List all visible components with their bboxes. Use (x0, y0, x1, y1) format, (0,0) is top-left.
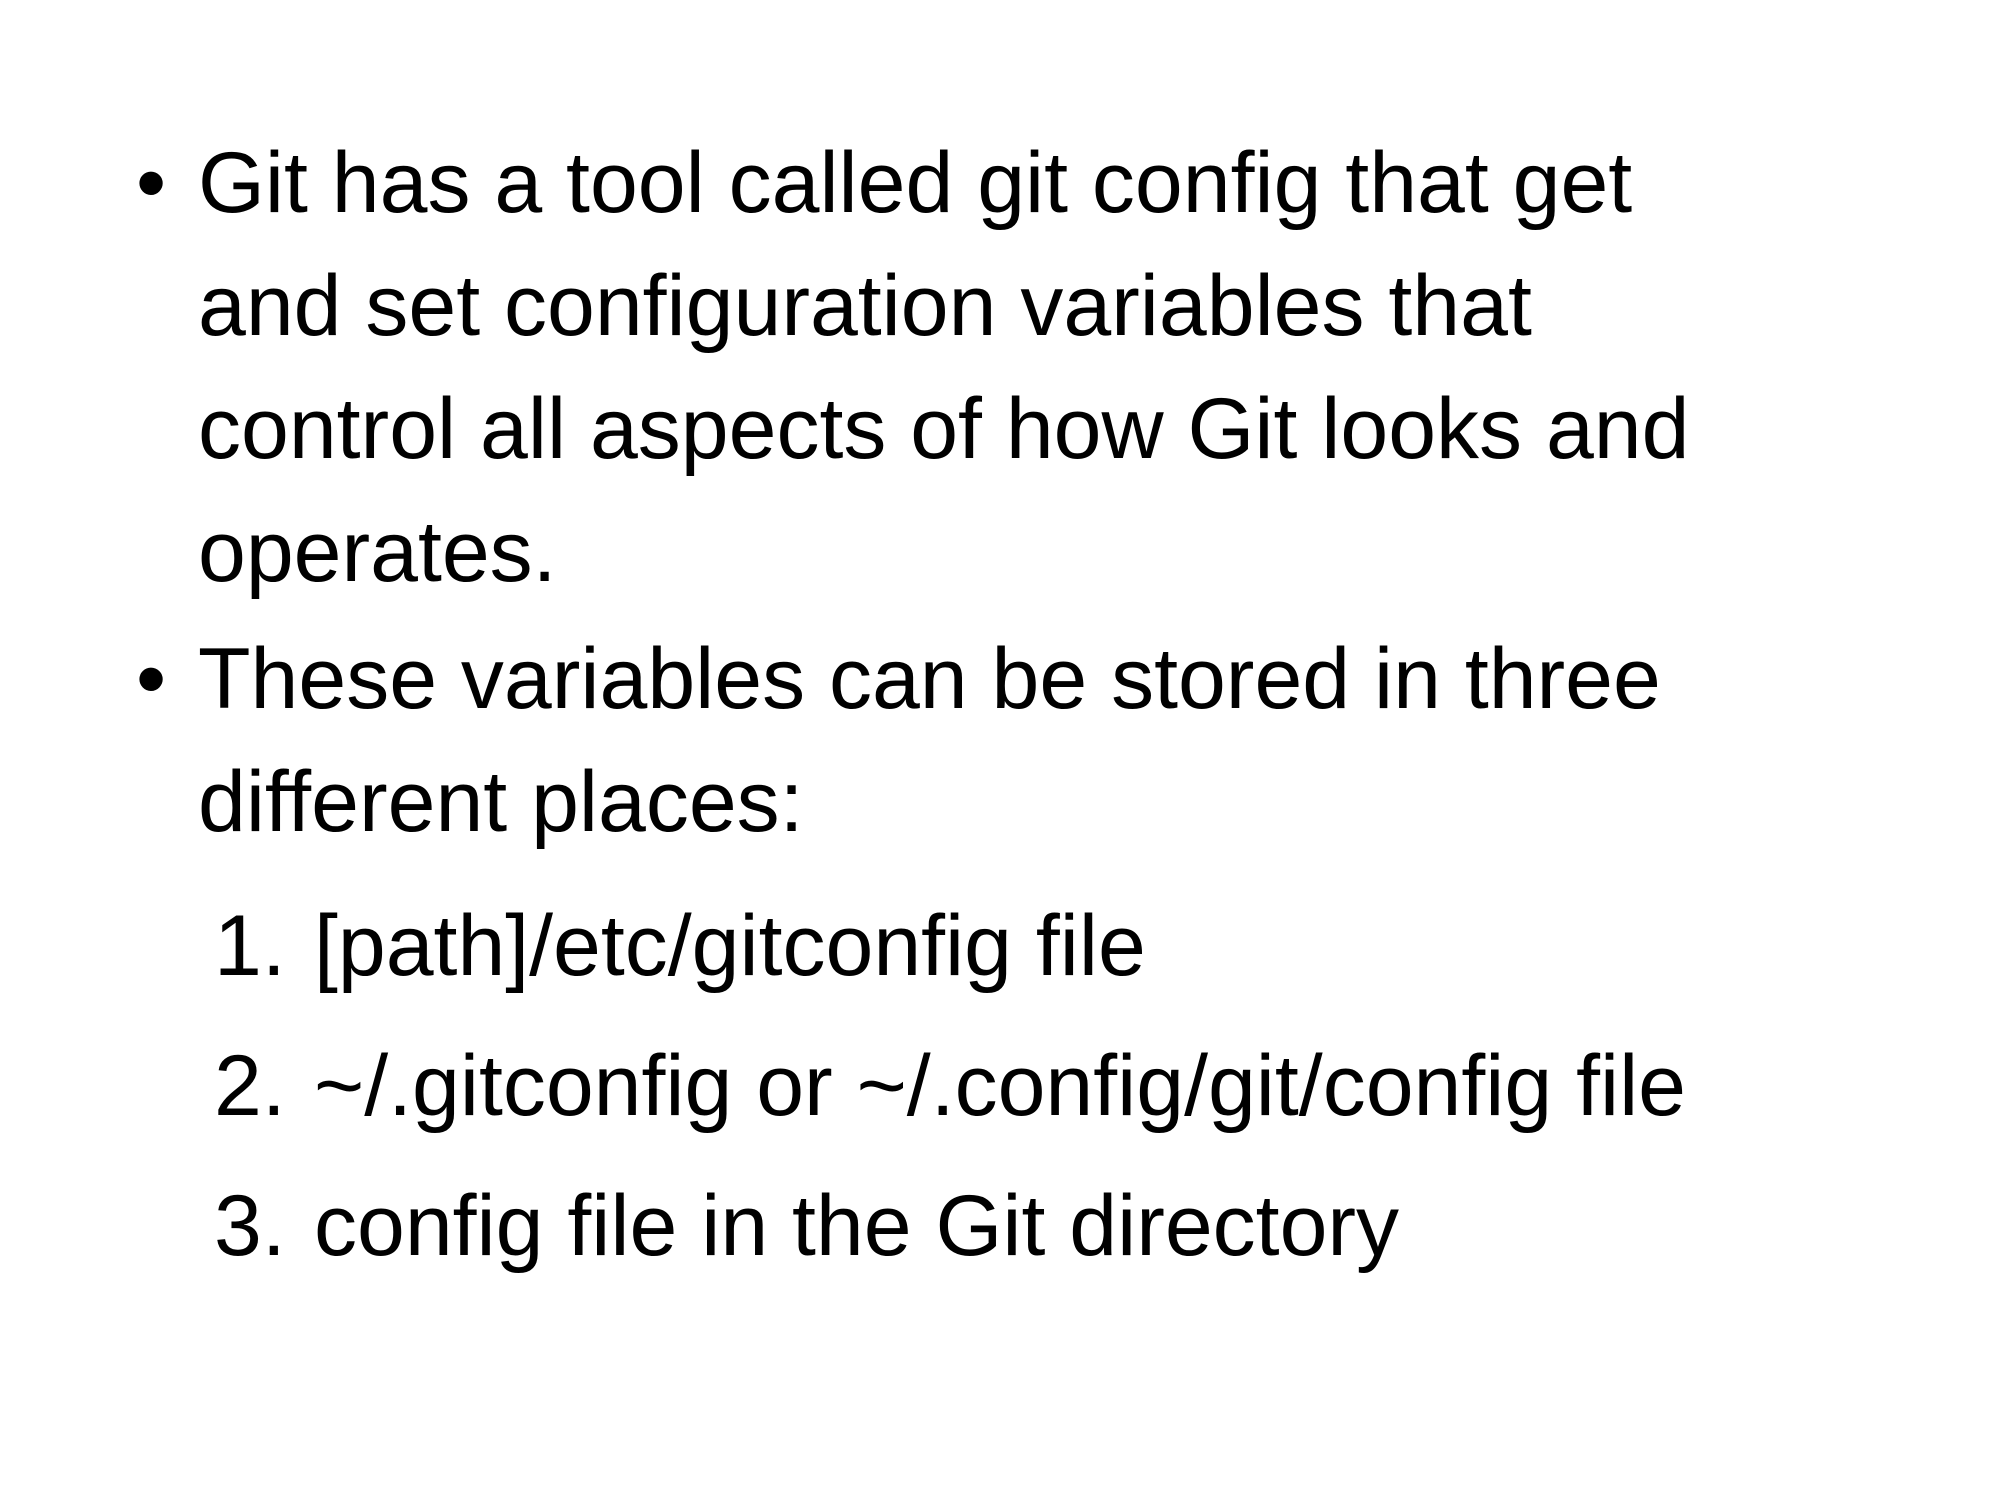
bullet-marker: • (136, 631, 167, 727)
bullet-item: • These variables can be stored in three… (136, 618, 1936, 864)
bullet-line: different places: (198, 754, 804, 850)
bullet-line: operates. (198, 504, 557, 600)
slide-content: • Git has a tool called git config that … (136, 122, 1936, 1296)
bullet-marker: • (136, 135, 167, 231)
item-number: 1. (214, 898, 286, 994)
item-number: 3. (214, 1178, 286, 1274)
item-text: [path]/etc/gitconfig file (314, 898, 1146, 994)
bullet-item: • Git has a tool called git config that … (136, 122, 1936, 614)
bullet-line: Git has a tool called git config that ge… (198, 135, 1633, 231)
item-text: ~/.gitconfig or ~/.config/git/config fil… (314, 1038, 1687, 1134)
numbered-item: 3. config file in the Git directory (214, 1156, 1936, 1296)
numbered-list: 1. [path]/etc/gitconfig file 2. ~/.gitco… (136, 876, 1936, 1296)
item-number: 2. (214, 1038, 286, 1134)
numbered-item: 2. ~/.gitconfig or ~/.config/git/config … (214, 1016, 1936, 1156)
bullet-line: control all aspects of how Git looks and (198, 381, 1690, 477)
bullet-line: These variables can be stored in three (198, 631, 1661, 727)
slide: • Git has a tool called git config that … (0, 0, 2000, 1500)
item-text: config file in the Git directory (314, 1178, 1400, 1274)
bullet-line: and set configuration variables that (198, 258, 1532, 354)
numbered-item: 1. [path]/etc/gitconfig file (214, 876, 1936, 1016)
